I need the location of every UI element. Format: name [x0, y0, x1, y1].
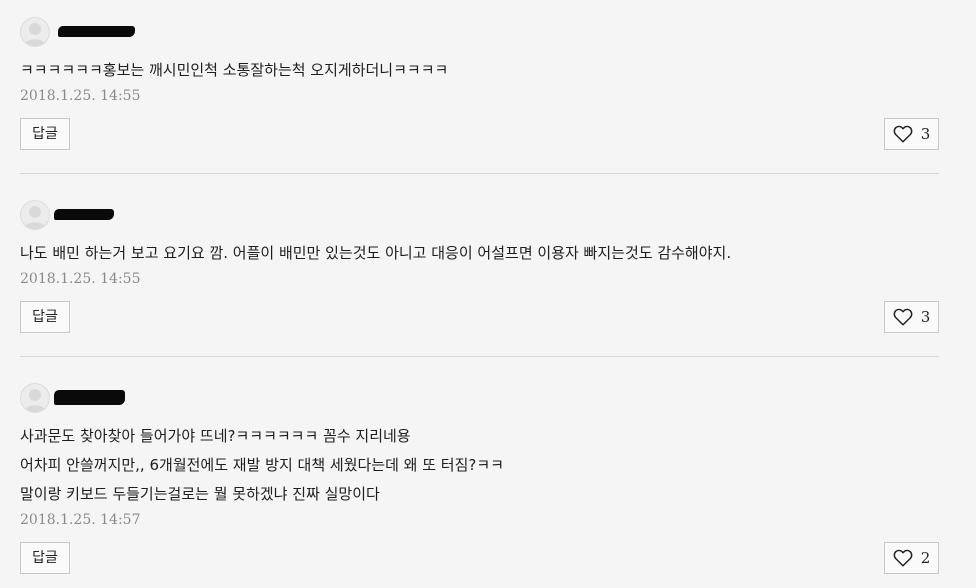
like-count: 3: [920, 125, 931, 143]
default-avatar-icon[interactable]: [20, 17, 50, 47]
default-avatar-icon[interactable]: [20, 200, 50, 230]
heart-icon: [893, 125, 913, 143]
comment-text-line: 말이랑 키보드 두들기는걸로는 뭘 못하겠냐 진짜 실망이다: [20, 485, 380, 503]
comment-text-line: 나도 배민 하는거 보고 요기요 깜. 어플이 배민만 있는것도 아니고 대응이…: [20, 244, 732, 262]
comment-text-line: 사과문도 찾아찾아 들어가야 뜨네?ㅋㅋㅋㅋㅋㅋ 꼼수 지리네용: [20, 427, 411, 445]
like-button[interactable]: 3: [884, 301, 939, 333]
default-avatar-icon[interactable]: [20, 383, 50, 413]
username-redacted[interactable]: [58, 26, 135, 37]
comment-item: 나도 배민 하는거 보고 요기요 깜. 어플이 배민만 있는것도 아니고 대응이…: [20, 174, 939, 344]
reply-button[interactable]: 답글: [20, 542, 70, 574]
heart-icon: [893, 549, 913, 567]
username-redacted[interactable]: [54, 390, 125, 405]
reply-button[interactable]: 답글: [20, 301, 70, 333]
comment-item: ㅋㅋㅋㅋㅋㅋ홍보는 깨시민인척 소통잘하는척 오지게하더니ㅋㅋㅋㅋ 2018.1…: [20, 0, 939, 160]
like-button[interactable]: 3: [884, 118, 939, 150]
comment-timestamp: 2018.1.25. 14:57: [20, 512, 141, 528]
comment-text-line: 어차피 안쓸꺼지만,, 6개월전에도 재발 방지 대책 세웠다는데 왜 또 터짐…: [20, 456, 504, 474]
like-count: 3: [920, 308, 931, 326]
comment-timestamp: 2018.1.25. 14:55: [20, 88, 141, 104]
comment-item: 사과문도 찾아찾아 들어가야 뜨네?ㅋㅋㅋㅋㅋㅋ 꼼수 지리네용 어차피 안쓸꺼…: [20, 357, 939, 588]
reply-button[interactable]: 답글: [20, 118, 70, 150]
comment-text-line: ㅋㅋㅋㅋㅋㅋ홍보는 깨시민인척 소통잘하는척 오지게하더니ㅋㅋㅋㅋ: [20, 61, 449, 79]
like-count: 2: [920, 549, 931, 567]
like-button[interactable]: 2: [884, 542, 939, 574]
username-redacted[interactable]: [54, 209, 114, 220]
comment-timestamp: 2018.1.25. 14:55: [20, 271, 141, 287]
heart-icon: [893, 308, 913, 326]
